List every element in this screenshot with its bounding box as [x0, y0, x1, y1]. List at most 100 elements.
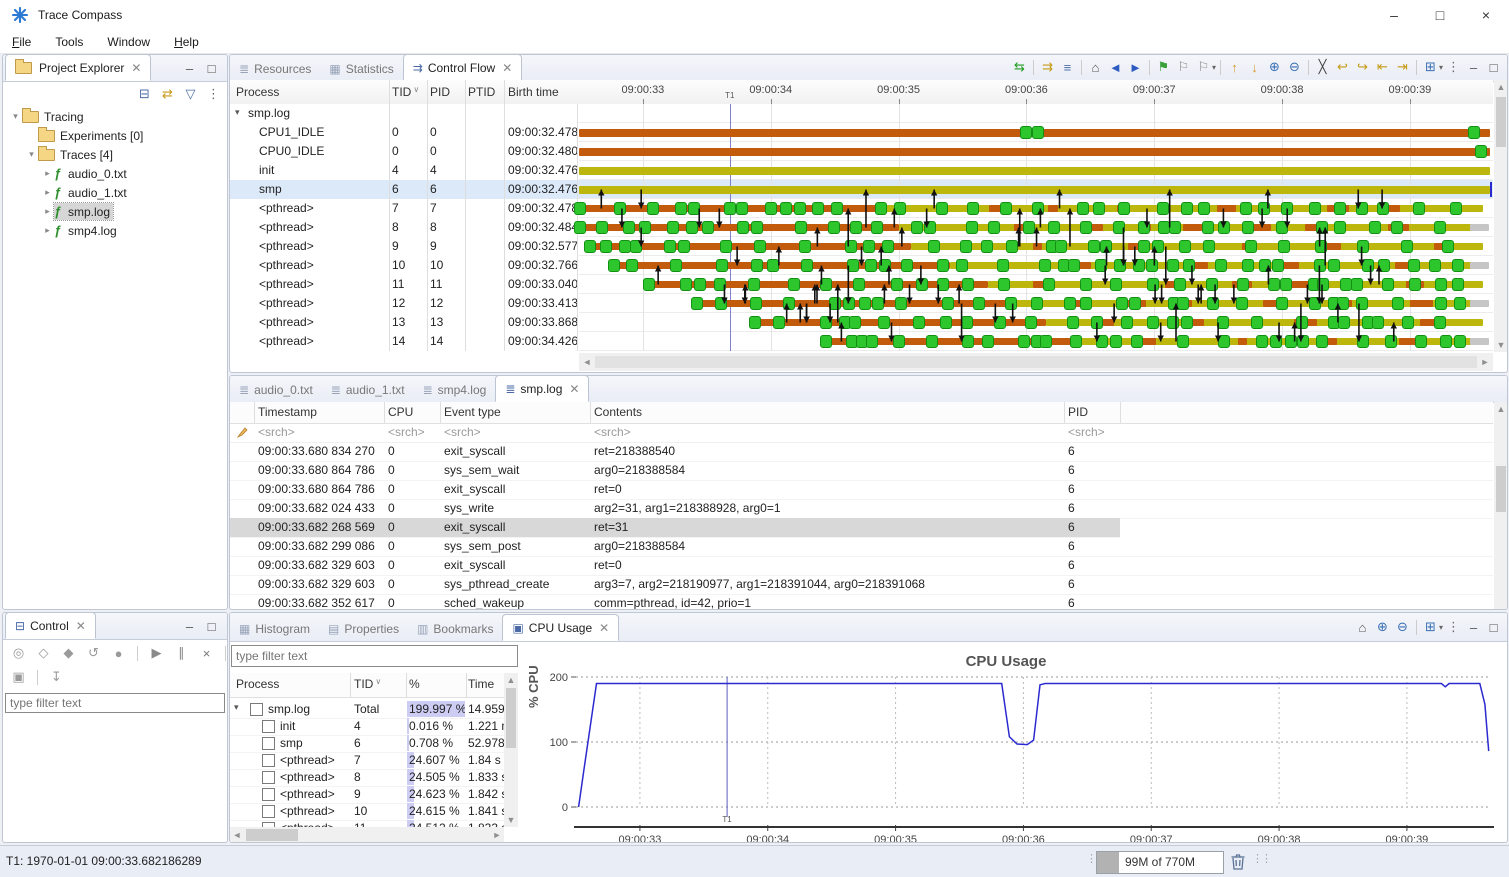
minimize-icon[interactable]: –: [1464, 58, 1483, 76]
close-window-button[interactable]: ×: [1463, 0, 1509, 30]
close-view-icon[interactable]: ✕: [76, 619, 86, 633]
chevron-collapsed-icon[interactable]: ▸: [41, 225, 54, 236]
row-checkbox[interactable]: [262, 720, 275, 733]
horizontal-scroll-thumb[interactable]: [246, 829, 298, 841]
follow-prev-icon[interactable]: ↩: [1333, 58, 1352, 76]
tab-control[interactable]: ⊟Control✕: [5, 612, 96, 639]
vertical-scroll-thumb[interactable]: [506, 688, 516, 748]
row-checkbox[interactable]: [250, 703, 263, 716]
column-header-birth-time[interactable]: Birth time: [508, 85, 559, 99]
event-row[interactable]: 09:00:33.680 864 7860exit_syscallret=06: [230, 480, 1493, 500]
usage-row[interactable]: smp60.708 %52.978 ms: [230, 735, 504, 753]
menu-window[interactable]: Window: [95, 30, 162, 53]
tab-smp4-log[interactable]: ≣smp4.log: [414, 377, 496, 402]
chevron-collapsed-icon[interactable]: ▸: [41, 206, 54, 217]
column-header-tid[interactable]: TID∨: [392, 85, 419, 99]
collapse-all-icon[interactable]: ⊟: [135, 85, 154, 103]
row-checkbox[interactable]: [262, 788, 275, 801]
connect-icon[interactable]: ◎: [9, 644, 28, 662]
cpu-usage-chart[interactable]: 010020009:00:3309:00:3409:00:3509:00:360…: [541, 669, 1501, 843]
scroll-left-icon[interactable]: ◄: [232, 828, 242, 842]
tab-project-explorer[interactable]: Project Explorer✕: [5, 54, 151, 81]
chevron-expanded-icon[interactable]: ▾: [25, 149, 38, 160]
column-header-timestamp[interactable]: Timestamp: [258, 405, 317, 419]
column-header-cpu[interactable]: CPU: [388, 405, 413, 419]
play-icon[interactable]: ▶: [147, 644, 166, 662]
refresh-icon[interactable]: ↺: [84, 644, 103, 662]
tab-audio-0-txt[interactable]: ≣audio_0.txt: [230, 377, 322, 402]
next-state-icon[interactable]: ►: [1126, 58, 1145, 76]
close-tab-icon[interactable]: ✕: [599, 621, 609, 635]
menu-file[interactable]: File: [0, 30, 43, 53]
search-hint-3[interactable]: <srch>: [594, 425, 631, 439]
search-hint-2[interactable]: <srch>: [444, 425, 481, 439]
maximize-window-button[interactable]: □: [1417, 0, 1463, 30]
process-row[interactable]: <pthread>111109:00:33.0404: [230, 275, 577, 294]
process-row[interactable]: <pthread>101009:00:32.7662: [230, 256, 577, 275]
event-row[interactable]: 09:00:33.682 268 5690exit_syscallret=316: [230, 518, 1120, 538]
last-event-icon[interactable]: ⇥: [1393, 58, 1412, 76]
first-event-icon[interactable]: ⇤: [1373, 58, 1392, 76]
process-row[interactable]: <pthread>9909:00:32.5775: [230, 237, 577, 256]
horizontal-scroll-thumb[interactable]: [595, 356, 1477, 368]
zoom-in-icon[interactable]: ⊕: [1373, 618, 1392, 636]
expand-caret-icon[interactable]: ▾: [234, 702, 239, 713]
show-legend-icon[interactable]: ≡: [1058, 58, 1077, 76]
menu-help[interactable]: Help: [162, 30, 211, 53]
search-hint-1[interactable]: <srch>: [388, 425, 425, 439]
usage-row[interactable]: <pthread>724.607 %1.84 s: [230, 752, 504, 770]
menu-tools[interactable]: Tools: [43, 30, 95, 53]
hide-arrows-icon[interactable]: ╳: [1313, 58, 1332, 76]
scroll-left-icon[interactable]: ◄: [581, 355, 593, 369]
minimize-window-button[interactable]: –: [1371, 0, 1417, 30]
pause-icon[interactable]: ∥: [172, 644, 191, 662]
chevron-collapsed-icon[interactable]: ▸: [41, 187, 54, 198]
zoom-out-icon[interactable]: ⊖: [1393, 618, 1412, 636]
event-row[interactable]: 09:00:33.682 329 6030sys_pthread_createa…: [230, 575, 1493, 595]
process-row[interactable]: CPU1_IDLE0009:00:32.4789: [230, 123, 577, 142]
vertical-scroll-thumb[interactable]: [1496, 97, 1506, 147]
tab-audio-1-txt[interactable]: ≣audio_1.txt: [322, 377, 414, 402]
expand-caret-icon[interactable]: ▾: [235, 107, 240, 118]
search-hint-0[interactable]: <srch>: [258, 425, 295, 439]
usage-filter-input[interactable]: [231, 645, 518, 667]
minimize-view-icon[interactable]: –: [180, 617, 199, 635]
tab-statistics[interactable]: ▦Statistics: [320, 56, 402, 81]
column-header-time[interactable]: Time: [468, 677, 494, 691]
usage-row[interactable]: <pthread>824.505 %1.833 s: [230, 769, 504, 787]
tab-histogram[interactable]: ▦Histogram: [230, 616, 319, 641]
event-row[interactable]: 09:00:33.682 352 6170sched_wakeupcomm=pt…: [230, 594, 1493, 609]
scroll-up-icon[interactable]: ▲: [504, 674, 518, 686]
tree-item-experiments-0-[interactable]: Experiments [0]: [3, 126, 227, 145]
row-checkbox[interactable]: [262, 754, 275, 767]
view-menu-icon[interactable]: ⋮: [204, 85, 223, 103]
tree-item-smp-log[interactable]: ▸ƒsmp.log: [3, 202, 227, 221]
tree-item-audio-1-txt[interactable]: ▸ƒaudio_1.txt: [3, 183, 227, 202]
link-editor-icon[interactable]: ⇄: [158, 85, 177, 103]
next-marker-icon[interactable]: ⚐: [1194, 58, 1213, 76]
event-row[interactable]: 09:00:33.682 299 0860sys_sem_postarg0=21…: [230, 537, 1493, 557]
event-row[interactable]: 09:00:33.682 024 4330sys_writearg2=31, a…: [230, 499, 1493, 519]
stop-icon[interactable]: ×: [197, 644, 216, 662]
row-checkbox[interactable]: [262, 805, 275, 818]
close-tab-icon[interactable]: ✕: [569, 382, 579, 396]
chevron-expanded-icon[interactable]: ▾: [9, 111, 22, 122]
minimize-view-icon[interactable]: –: [180, 59, 199, 77]
process-row[interactable]: init4409:00:32.4760: [230, 161, 577, 180]
view-menu-icon[interactable]: ⋮: [1444, 58, 1463, 76]
usage-row[interactable]: <pthread>1124.512 %1.833 s: [230, 820, 504, 827]
process-row[interactable]: ▾smp.log: [230, 104, 577, 123]
column-header-contents[interactable]: Contents: [594, 405, 642, 419]
move-up-icon[interactable]: ↑: [1225, 58, 1244, 76]
process-row[interactable]: smp6609:00:32.4760: [230, 180, 577, 199]
new-view-icon[interactable]: ⊞: [1421, 58, 1440, 76]
vertical-scroll-thumb[interactable]: [1496, 466, 1506, 512]
scroll-up-icon[interactable]: ▲: [1494, 403, 1508, 415]
event-row[interactable]: 09:00:33.682 329 6030exit_syscallret=06: [230, 556, 1493, 576]
column-header-process[interactable]: Process: [236, 85, 279, 99]
row-checkbox[interactable]: [262, 737, 275, 750]
maximize-icon[interactable]: □: [1484, 58, 1503, 76]
gantt-chart[interactable]: [579, 104, 1493, 351]
column-header-pid[interactable]: PID: [1068, 405, 1088, 419]
chevron-collapsed-icon[interactable]: ▸: [41, 168, 54, 179]
